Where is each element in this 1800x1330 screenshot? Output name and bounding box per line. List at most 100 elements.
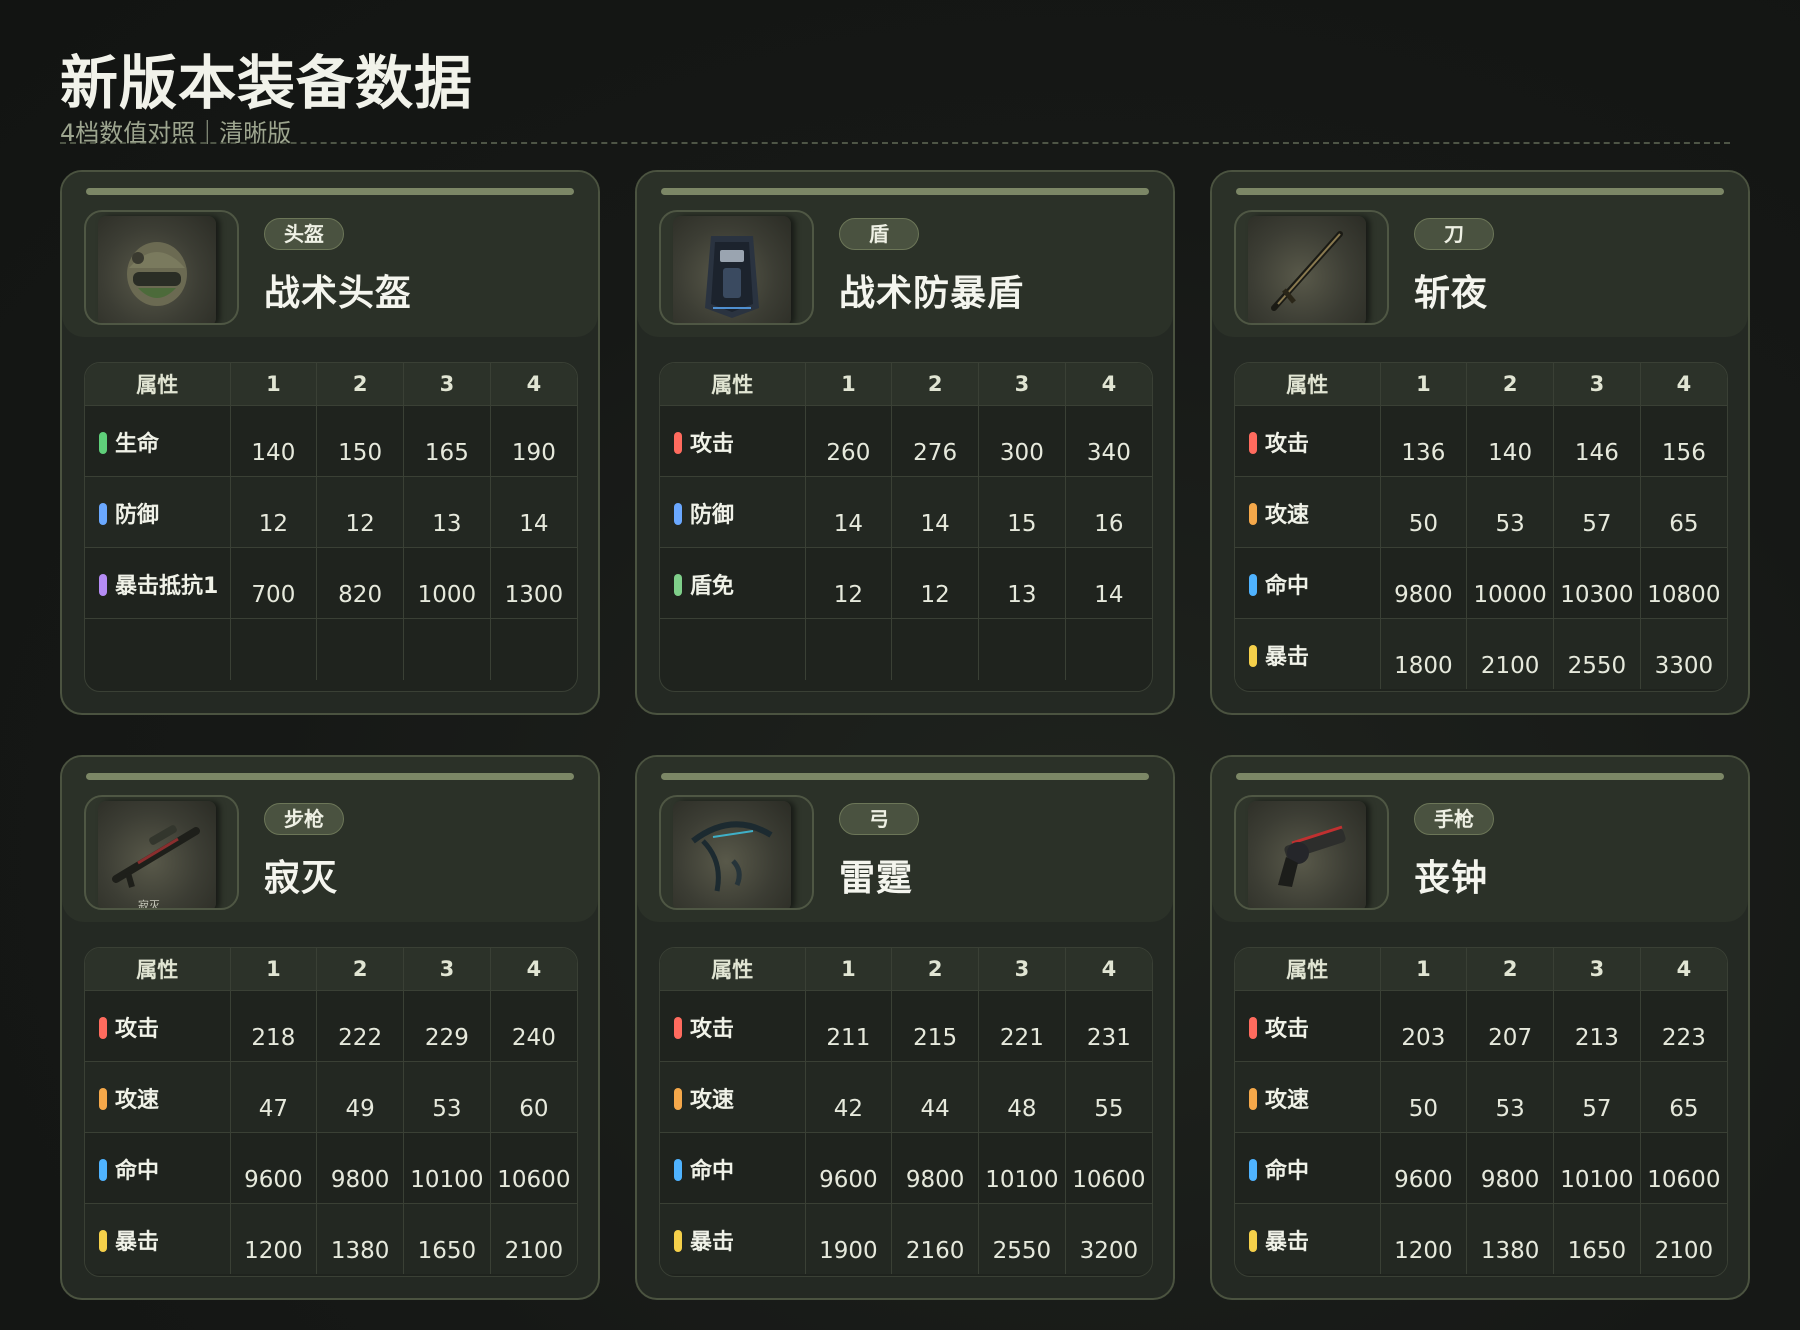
- stats-row: 暴击 1200 1380 1650 2100: [1235, 1202, 1727, 1274]
- stat-value: 1200: [1380, 1202, 1468, 1274]
- stat-value: 1380: [1466, 1202, 1554, 1274]
- stat-value: 53: [1466, 1060, 1554, 1132]
- stat-value: 50: [1380, 1060, 1468, 1132]
- attr-cell: 暴击: [660, 1202, 806, 1274]
- stats-header-cell: 2: [891, 948, 979, 990]
- stats-header-cell: 3: [978, 363, 1066, 405]
- stat-value: 231: [1065, 989, 1152, 1061]
- attr-cell: 攻速: [660, 1060, 806, 1132]
- attr-label: 命中: [690, 1158, 735, 1184]
- attr-cell: 盾免: [660, 546, 806, 618]
- attr-color-pill: [1249, 1229, 1257, 1252]
- stats-header-row: 属性 1 2 3 4: [85, 948, 577, 990]
- attr-label: 暴击: [115, 1229, 160, 1255]
- stat-value: 3200: [1065, 1202, 1152, 1274]
- stats-row: 命中 9800 10000 10300 10800: [1235, 546, 1727, 618]
- rifle-icon: 寂灭: [98, 801, 216, 910]
- stat-value: 340: [1065, 404, 1152, 476]
- card-header: 手枪 丧钟: [1212, 757, 1748, 922]
- stat-value: 10300: [1553, 546, 1641, 618]
- attr-cell: 暴击: [1235, 617, 1381, 689]
- stat-value: 140: [1466, 404, 1554, 476]
- attr-label: 攻击: [690, 431, 735, 457]
- stats-header-cell: 3: [978, 948, 1066, 990]
- stats-table: 属性 1 2 3 4 生命 140 150 165 190 防御 12 12 13 14 暴击抵抗1 70…: [84, 362, 578, 692]
- stats-row: 暴击 1800 2100 2550 3300: [1235, 617, 1727, 689]
- stats-row: 盾免 12 12 13 14: [660, 546, 1152, 618]
- stats-row: 攻击 136 140 146 156: [1235, 404, 1727, 476]
- attr-color-pill: [674, 502, 682, 525]
- stats-row: 攻速 50 53 57 65: [1235, 1060, 1727, 1132]
- attr-color-pill: [674, 1016, 682, 1039]
- stat-value: 1650: [1553, 1202, 1641, 1274]
- stat-value: 57: [1553, 475, 1641, 547]
- stats-header-cell: 属性: [1235, 363, 1381, 405]
- stat-value: 2100: [490, 1202, 577, 1274]
- stats-header-cell: 4: [490, 363, 577, 405]
- attr-color-pill: [99, 502, 107, 525]
- stats-header-cell: 1: [805, 948, 893, 990]
- card-accent-bar: [86, 188, 574, 195]
- attr-cell: 攻速: [1235, 1060, 1381, 1132]
- attr-color-pill: [99, 1016, 107, 1039]
- attr-label: 暴击: [1265, 1229, 1310, 1255]
- stat-value: 221: [978, 989, 1066, 1061]
- bow-icon: [673, 801, 791, 908]
- attr-label: 暴击: [690, 1229, 735, 1255]
- stats-row: 攻击 260 276 300 340: [660, 404, 1152, 476]
- page-header: 新版本装备数据 4档数值对照｜清晰版: [60, 48, 1730, 150]
- stat-value: 820: [316, 546, 404, 618]
- attr-color-pill: [1249, 431, 1257, 454]
- stat-value: 215: [891, 989, 979, 1061]
- item-type-tag: 手枪: [1414, 803, 1494, 835]
- stat-value: 2550: [978, 1202, 1066, 1274]
- stats-header-row: 属性 1 2 3 4: [660, 363, 1152, 405]
- stats-header-row: 属性 1 2 3 4: [660, 948, 1152, 990]
- subtitle-row: 4档数值对照｜清晰版: [60, 118, 1730, 150]
- attr-label: 攻速: [115, 1087, 160, 1113]
- stats-header-cell: 4: [490, 948, 577, 990]
- item-thumbnail: [659, 795, 814, 910]
- stats-header-row: 属性 1 2 3 4: [1235, 363, 1727, 405]
- stat-value: 14: [490, 475, 577, 547]
- card-header: 弓 雷霆: [637, 757, 1173, 922]
- attr-color-pill: [674, 1087, 682, 1110]
- page-title: 新版本装备数据: [60, 49, 474, 117]
- stat-value: 53: [1466, 475, 1554, 547]
- stat-value: 1800: [1380, 617, 1468, 689]
- attr-label: 命中: [1265, 1158, 1310, 1184]
- attr-label: 攻击: [115, 1016, 160, 1042]
- attr-cell: 命中: [1235, 1131, 1381, 1203]
- stat-value: 2100: [1640, 1202, 1727, 1274]
- attr-label: 攻速: [1265, 502, 1310, 528]
- stat-value: 207: [1466, 989, 1554, 1061]
- stat-value: 240: [490, 989, 577, 1061]
- stats-row: 暴击 1200 1380 1650 2100: [85, 1202, 577, 1274]
- thumb-caption: 寂灭: [138, 899, 160, 910]
- item-name: 战术防暴盾: [839, 273, 1025, 314]
- item-name: 丧钟: [1414, 858, 1489, 899]
- attr-color-pill: [674, 431, 682, 454]
- stat-value: 10000: [1466, 546, 1554, 618]
- stats-header-cell: 2: [1466, 363, 1554, 405]
- card-header: 头盔 战术头盔: [62, 172, 598, 337]
- equipment-grid: 头盔 战术头盔 属性 1 2 3 4 生命 140 150 165 190 防御 12 12 13 14…: [60, 170, 1750, 1300]
- stat-value: 12: [891, 546, 979, 618]
- stat-value: 10100: [403, 1131, 491, 1203]
- stats-table: 属性 1 2 3 4 攻击 203 207 213 223 攻速 50 53 57 65 命中 9600 9…: [1234, 947, 1728, 1277]
- card-accent-bar: [661, 773, 1149, 780]
- stats-header-cell: 4: [1640, 363, 1727, 405]
- attr-cell: 暴击: [85, 1202, 231, 1274]
- attr-label: 命中: [115, 1158, 160, 1184]
- attr-color-pill: [1249, 1087, 1257, 1110]
- stats-row: 暴击 1900 2160 2550 3200: [660, 1202, 1152, 1274]
- equipment-card: 弓 雷霆 属性 1 2 3 4 攻击 211 215 221 231 攻速 42 44 48 55 命中…: [635, 755, 1175, 1300]
- item-type-tag: 刀: [1414, 218, 1494, 250]
- item-name: 斩夜: [1414, 273, 1489, 314]
- attr-color-pill: [1249, 644, 1257, 667]
- stat-value: 9600: [230, 1131, 318, 1203]
- attr-color-pill: [674, 1229, 682, 1252]
- attr-color-pill: [674, 1158, 682, 1181]
- stat-value: 190: [490, 404, 577, 476]
- item-type-tag: 弓: [839, 803, 919, 835]
